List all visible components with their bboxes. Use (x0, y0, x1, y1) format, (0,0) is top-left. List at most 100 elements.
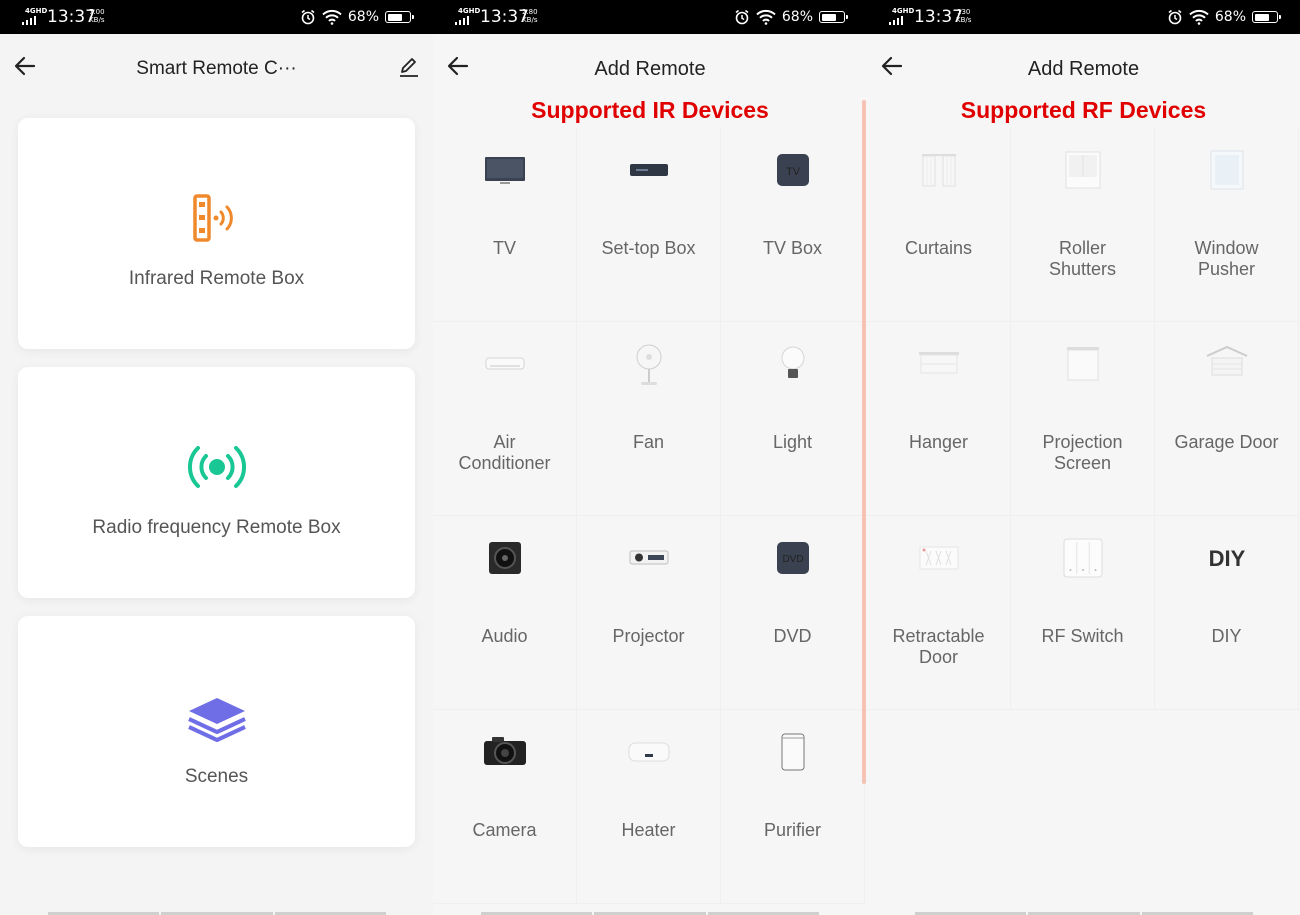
device-label: Audio (481, 626, 528, 646)
page-title: Add Remote (1027, 58, 1140, 80)
device-roller-shutters[interactable]: Roller Shutters (1011, 128, 1155, 322)
page-title: Smart Remote C··· (136, 58, 297, 79)
network-speed: 130 KB/s (956, 8, 971, 24)
device-label: Window Pusher (1194, 238, 1259, 279)
battery-icon (385, 11, 414, 23)
projection-screen-icon (1066, 347, 1099, 381)
nav-bar: Add Remote (433, 34, 867, 100)
light-bulb-icon (781, 346, 804, 378)
scrollbar[interactable] (862, 100, 866, 784)
battery-percent: 68% (781, 9, 813, 25)
air-conditioner-icon (485, 357, 524, 370)
device-light[interactable]: Light (721, 322, 865, 516)
alarm-icon (735, 9, 749, 25)
network-type: 4GHD (458, 7, 481, 15)
device-label: Purifier (763, 820, 821, 840)
retractable-door-icon (919, 546, 958, 570)
fan-icon (636, 344, 661, 385)
device-projector[interactable]: Projector (577, 516, 721, 710)
device-label: Set-top Box (601, 238, 696, 258)
device-label: Air Conditioner (458, 432, 551, 473)
status-bar: 4GHD 13:37 2.80 KB/s 68% (433, 0, 867, 34)
device-tv-box[interactable]: TV TV Box (721, 128, 865, 322)
device-label: Hanger (908, 432, 969, 452)
window-pusher-icon (1210, 150, 1243, 190)
battery-percent: 68% (1214, 9, 1246, 25)
device-label: Heater (621, 820, 676, 840)
device-label: Light (772, 432, 813, 452)
nav-bar: Add Remote (867, 34, 1300, 100)
device-fan[interactable]: Fan (577, 322, 721, 516)
speaker-icon (488, 542, 521, 574)
scenes-card[interactable]: Scenes (18, 616, 415, 847)
air-purifier-icon (781, 733, 804, 771)
speed-value: 130 (957, 8, 971, 16)
device-diy[interactable]: DIY DIY (1155, 516, 1299, 710)
speed-unit: KB/s (522, 16, 538, 24)
device-projection-screen[interactable]: Projection Screen (1011, 322, 1155, 516)
edit-pencil-icon[interactable] (397, 55, 421, 79)
device-garage-door[interactable]: Garage Door (1155, 322, 1299, 516)
device-retractable-door[interactable]: Retractable Door (867, 516, 1011, 710)
svg-text:DVD: DVD (782, 554, 803, 565)
device-label: TV (492, 238, 516, 258)
rf-signal-icon (187, 446, 246, 488)
alarm-icon (1168, 9, 1182, 25)
device-label: Roller Shutters (1048, 238, 1117, 279)
device-tv[interactable]: TV (433, 128, 577, 322)
device-purifier[interactable]: Purifier (721, 710, 865, 904)
infrared-remote-box-card[interactable]: Infrared Remote Box (18, 118, 415, 349)
network-speed: 2.80 KB/s (522, 8, 538, 24)
back-arrow-icon[interactable] (12, 53, 38, 79)
tv-icon (484, 157, 525, 184)
device-label: TV Box (762, 238, 823, 258)
section-heading: Supported IR Devices (531, 97, 769, 123)
device-set-top-box[interactable]: Set-top Box (577, 128, 721, 322)
battery-icon (819, 11, 848, 23)
page-title: Add Remote (594, 58, 706, 80)
device-rf-switch[interactable]: RF Switch (1011, 516, 1155, 710)
tv-box-icon: TV (776, 154, 809, 186)
signal-icon: 4GHD (889, 8, 914, 25)
device-label: DVD (773, 626, 812, 646)
wifi-icon (1189, 9, 1209, 25)
speed-value: 2.80 (522, 8, 538, 16)
add-ir-remote-screen: 4GHD 13:37 2.80 KB/s 68% Add Remote Supp… (433, 0, 867, 915)
battery-percent: 68% (347, 9, 379, 25)
infrared-box-icon (192, 194, 233, 242)
signal-icon: 4GHD (22, 7, 48, 25)
device-audio[interactable]: Audio (433, 516, 577, 710)
curtains-icon (921, 154, 956, 187)
add-rf-remote-screen: 4GHD 13:37 130 KB/s 68% Add Remote Suppo… (867, 0, 1300, 915)
device-label: RF Switch (1041, 626, 1124, 646)
garage-door-icon (1206, 345, 1247, 376)
network-type: 4GHD (25, 7, 48, 15)
device-label: Retractable Door (892, 626, 985, 667)
device-heater[interactable]: Heater (577, 710, 721, 904)
clothes-hanger-icon (918, 352, 959, 374)
device-label: Projection Screen (1042, 432, 1123, 473)
device-label: Camera (472, 820, 537, 840)
water-heater-icon (628, 742, 669, 762)
device-label: Fan (632, 432, 665, 452)
alarm-icon (301, 9, 315, 25)
wifi-icon (322, 9, 342, 25)
nav-bar: Smart Remote C··· (0, 34, 433, 100)
layers-icon (187, 698, 246, 742)
dvd-icon: DVD (776, 542, 809, 574)
wifi-icon (756, 9, 776, 25)
device-label: DIY (1211, 626, 1242, 646)
device-curtains[interactable]: Curtains (867, 128, 1011, 322)
speed-value: 7.00 (89, 8, 105, 16)
svg-text:TV: TV (785, 166, 800, 178)
radio-frequency-remote-box-card[interactable]: Radio frequency Remote Box (18, 367, 415, 598)
device-camera[interactable]: Camera (433, 710, 577, 904)
device-window-pusher[interactable]: Window Pusher (1155, 128, 1299, 322)
device-air-conditioner[interactable]: Air Conditioner (433, 322, 577, 516)
status-bar: 4GHD 13:37 130 KB/s 68% (867, 0, 1300, 34)
device-hanger[interactable]: Hanger (867, 322, 1011, 516)
device-dvd[interactable]: DVD DVD (721, 516, 865, 710)
speed-unit: KB/s (89, 16, 105, 24)
smart-remote-screen: 4GHD 13:37 7.00 KB/s 68% Smart Remote C·… (0, 0, 433, 915)
diy-icon: DIY (1208, 546, 1245, 571)
